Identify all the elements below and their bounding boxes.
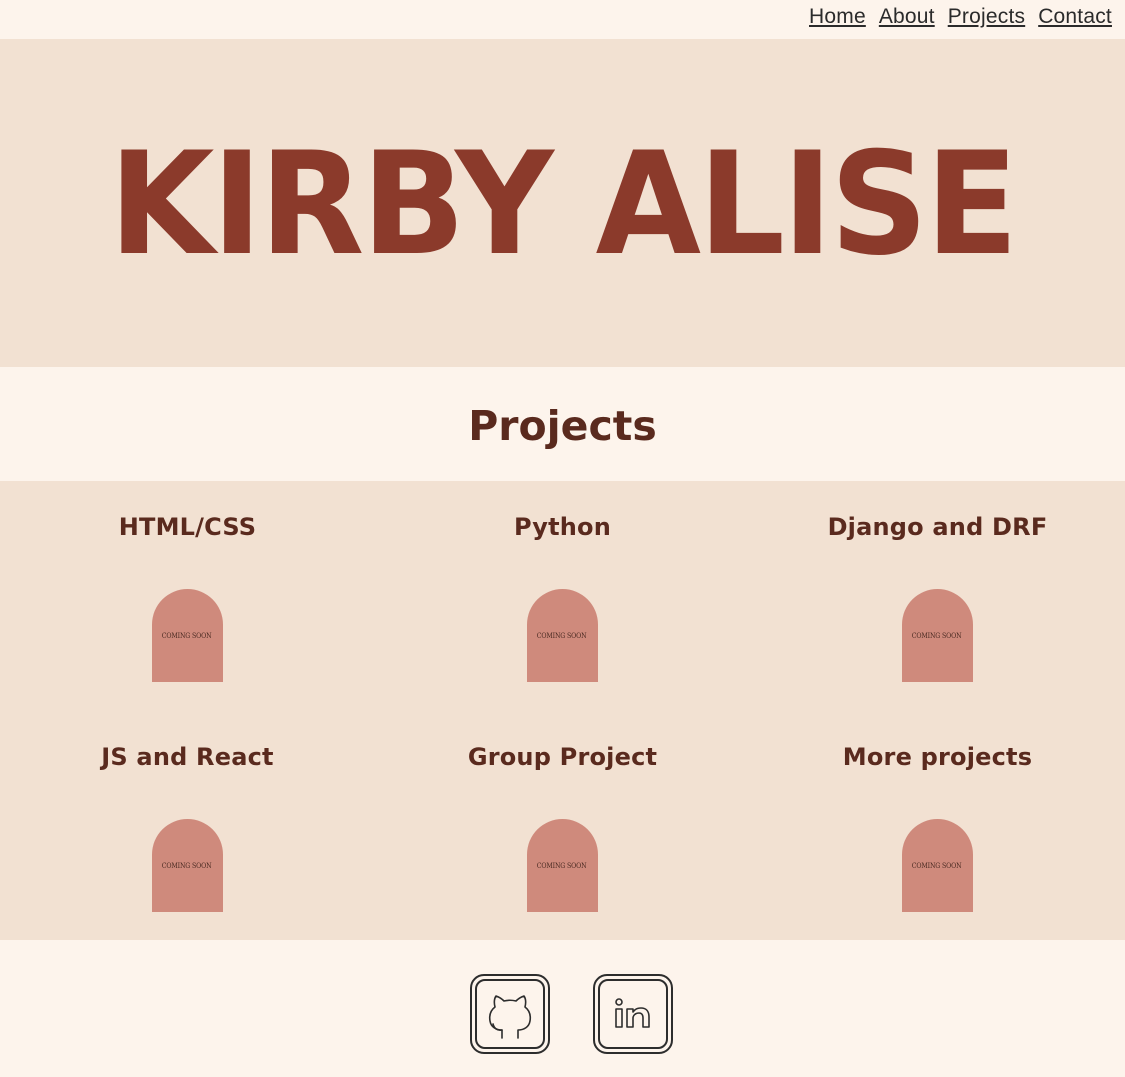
site-title: KIRBY ALISE — [109, 122, 1019, 287]
coming-soon-arch[interactable]: COMING SOON — [901, 589, 973, 682]
github-link[interactable] — [470, 974, 550, 1054]
footer — [0, 940, 1125, 1077]
nav-item-projects: Projects — [948, 5, 1025, 29]
nav-item-contact: Contact — [1038, 5, 1112, 29]
nav-item-home: Home — [809, 5, 866, 29]
project-card-python: Python COMING SOON — [375, 481, 750, 711]
project-card-group: Group Project COMING SOON — [375, 711, 750, 940]
coming-soon-label: COMING SOON — [162, 861, 212, 870]
projects-grid: HTML/CSS COMING SOON Python COMING SOON … — [0, 481, 1125, 940]
project-title: JS and React — [101, 743, 274, 771]
coming-soon-label: COMING SOON — [537, 861, 587, 870]
top-navigation: Home About Projects Contact — [0, 0, 1125, 39]
project-card-more: More projects COMING SOON — [750, 711, 1125, 940]
nav-link-contact[interactable]: Contact — [1038, 5, 1112, 28]
project-title: Python — [513, 513, 611, 541]
coming-soon-label: COMING SOON — [162, 631, 212, 640]
project-title: HTML/CSS — [118, 513, 257, 541]
nav-item-about: About — [879, 5, 935, 29]
nav-link-home[interactable]: Home — [809, 5, 866, 28]
coming-soon-arch[interactable]: COMING SOON — [151, 589, 223, 682]
project-title: Group Project — [467, 743, 658, 771]
coming-soon-arch[interactable]: COMING SOON — [526, 819, 598, 912]
linkedin-link[interactable] — [593, 974, 673, 1054]
nav-link-about[interactable]: About — [879, 5, 935, 28]
coming-soon-arch[interactable]: COMING SOON — [901, 819, 973, 912]
nav-link-projects[interactable]: Projects — [948, 5, 1025, 28]
coming-soon-arch[interactable]: COMING SOON — [151, 819, 223, 912]
coming-soon-label: COMING SOON — [912, 631, 962, 640]
projects-heading-section: Projects — [0, 367, 1125, 481]
projects-heading: Projects — [468, 402, 657, 450]
coming-soon-label: COMING SOON — [537, 631, 587, 640]
project-card-js-react: JS and React COMING SOON — [0, 711, 375, 940]
project-title: More projects — [842, 743, 1033, 771]
project-card-html-css: HTML/CSS COMING SOON — [0, 481, 375, 711]
nav-list: Home About Projects Contact — [809, 5, 1125, 29]
coming-soon-arch[interactable]: COMING SOON — [526, 589, 598, 682]
hero-banner: KIRBY ALISE — [0, 39, 1125, 367]
linkedin-icon — [598, 979, 668, 1049]
coming-soon-label: COMING SOON — [912, 861, 962, 870]
project-card-django: Django and DRF COMING SOON — [750, 481, 1125, 711]
github-icon — [475, 979, 545, 1049]
project-title: Django and DRF — [827, 513, 1048, 541]
